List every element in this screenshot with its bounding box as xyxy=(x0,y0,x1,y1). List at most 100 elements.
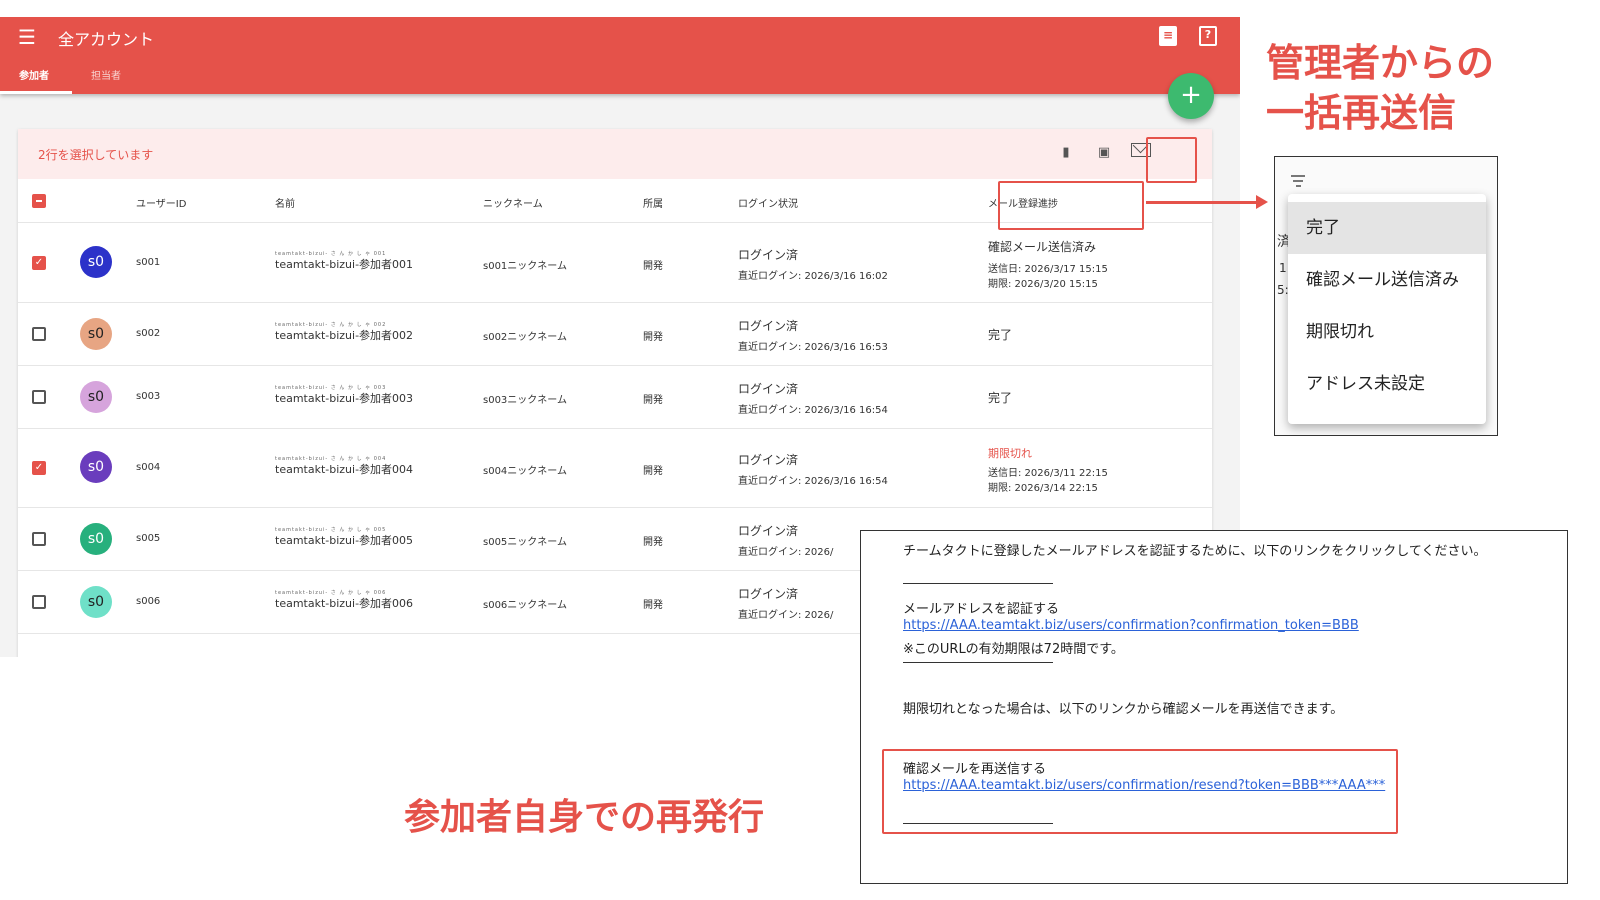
email-verify-label: メールアドレスを認証する xyxy=(903,602,1060,617)
filter-dropdown-panel: 済 1 5: 完了 確認メール送信済み 期限切れ アドレス未設定 xyxy=(1274,156,1498,436)
row-checkbox[interactable] xyxy=(32,327,46,341)
email-expired-note: 期限切れとなった場合は、以下のリンクから確認メールを再送信できます。 xyxy=(903,702,1344,717)
tab-bar: 参加者 担当者 xyxy=(0,61,144,94)
select-all-checkbox[interactable] xyxy=(32,194,46,208)
last-login: 直近ログイン: 2026/3/16 16:54 xyxy=(738,405,888,416)
menu-icon[interactable]: ☰ xyxy=(18,27,36,47)
avatar: s0 xyxy=(80,381,112,413)
mail-expiry-date: 期限: 2026/3/20 15:15 xyxy=(988,279,1098,290)
arrow-right-icon xyxy=(1256,195,1268,209)
department: 開発 xyxy=(643,332,663,343)
last-login: 直近ログイン: 2026/3/16 16:02 xyxy=(738,271,888,282)
mail-status: 完了 xyxy=(988,391,1013,405)
login-status: ログイン済 xyxy=(738,587,799,601)
user-name: teamtakt-bizui-参加者006 xyxy=(275,597,414,610)
column-header-name[interactable]: 名前 xyxy=(275,195,295,210)
clipboard-icon[interactable]: ≡ xyxy=(1159,26,1177,46)
email-verify-link[interactable]: https://AAA.teamtakt.biz/users/confirmat… xyxy=(903,618,1359,633)
column-header-department[interactable]: 所属 xyxy=(643,195,663,210)
login-status: ログイン済 xyxy=(738,453,799,467)
table-row[interactable]: ✓ s0 s001 teamtakt-bizui- さ ん か し ゃ 001 … xyxy=(18,223,1212,303)
help-icon[interactable]: ? xyxy=(1199,26,1217,46)
mail-expiry-date: 期限: 2026/3/14 22:15 xyxy=(988,483,1098,494)
user-id: s006 xyxy=(136,596,161,607)
mail-sent-date: 送信日: 2026/3/11 22:15 xyxy=(988,468,1108,479)
user-name: teamtakt-bizui-参加者003 xyxy=(275,392,414,405)
login-status: ログイン済 xyxy=(738,382,799,396)
mail-sent-date: 送信日: 2026/3/17 15:15 xyxy=(988,264,1108,275)
row-checkbox[interactable]: ✓ xyxy=(32,256,46,270)
nickname: s002ニックネーム xyxy=(483,332,567,343)
mail-status: 完了 xyxy=(988,328,1013,342)
user-id: s004 xyxy=(136,462,161,473)
mail-status-expired: 期限切れ xyxy=(988,447,1032,460)
avatar: s0 xyxy=(80,318,112,350)
login-status: ログイン済 xyxy=(738,248,799,262)
department: 開発 xyxy=(643,395,663,406)
annotation-participant-reissue: 参加者自身での再発行 xyxy=(404,797,765,838)
last-login: 直近ログイン: 2026/ xyxy=(738,610,834,621)
user-name: teamtakt-bizui-参加者002 xyxy=(275,329,414,342)
filter-icon[interactable] xyxy=(1290,175,1306,190)
selection-bar: 2行を選択しています ▮ ▣ xyxy=(18,129,1212,179)
avatar: s0 xyxy=(80,586,112,618)
row-checkbox[interactable] xyxy=(32,532,46,546)
archive-icon[interactable]: ▣ xyxy=(1096,145,1112,160)
email-validity-note: ※このURLの有効期限は72時間です。 xyxy=(903,642,1124,657)
background-fragment: 1 xyxy=(1279,261,1287,275)
stage: ☰ 全アカウント ≡ ? 参加者 担当者 + 2行を選択しています ▮ ▣ ユー… xyxy=(0,0,1600,900)
user-id: s002 xyxy=(136,328,161,339)
annotation-top-line2: 一括再送信 xyxy=(1266,91,1457,135)
annotation-admin-bulk-resend: 管理者からの 一括再送信 xyxy=(1266,38,1494,138)
department: 開発 xyxy=(643,600,663,611)
trash-icon[interactable]: ▮ xyxy=(1058,145,1074,160)
annotation-top-line1: 管理者からの xyxy=(1266,41,1495,85)
login-status: ログイン済 xyxy=(738,319,799,333)
page-title: 全アカウント xyxy=(58,30,155,49)
filter-option-complete[interactable]: 完了 xyxy=(1288,202,1486,254)
highlight-resend-link xyxy=(882,749,1398,834)
table-row[interactable]: s0 s003 teamtakt-bizui- さ ん か し ゃ 003 te… xyxy=(18,366,1212,429)
email-intro: チームタクトに登録したメールアドレスを認証するために、以下のリンクをクリックして… xyxy=(903,544,1487,559)
filter-option-sent[interactable]: 確認メール送信済み xyxy=(1288,254,1486,306)
last-login: 直近ログイン: 2026/ xyxy=(738,547,834,558)
table-row[interactable]: s0 s002 teamtakt-bizui- さ ん か し ゃ 002 te… xyxy=(18,303,1212,366)
department: 開発 xyxy=(643,261,663,272)
column-header-nickname[interactable]: ニックネーム xyxy=(483,195,543,210)
filter-option-expired[interactable]: 期限切れ xyxy=(1288,306,1486,358)
tab-staff[interactable]: 担当者 xyxy=(72,61,144,94)
avatar: s0 xyxy=(80,451,112,483)
last-login: 直近ログイン: 2026/3/16 16:53 xyxy=(738,342,888,353)
row-checkbox[interactable] xyxy=(32,595,46,609)
filter-menu: 完了 確認メール送信済み 期限切れ アドレス未設定 xyxy=(1288,194,1486,424)
background-fragment: 5: xyxy=(1277,283,1289,297)
nickname: s005ニックネーム xyxy=(483,537,567,548)
tab-participants[interactable]: 参加者 xyxy=(0,61,72,94)
table-row[interactable]: ✓ s0 s004 teamtakt-bizui- さ ん か し ゃ 004 … xyxy=(18,429,1212,508)
nickname: s003ニックネーム xyxy=(483,395,567,406)
last-login: 直近ログイン: 2026/3/16 16:54 xyxy=(738,476,888,487)
column-header-login-status[interactable]: ログイン状況 xyxy=(738,195,798,210)
nickname: s004ニックネーム xyxy=(483,466,567,477)
filter-option-no-address[interactable]: アドレス未設定 xyxy=(1288,358,1486,410)
nickname: s006ニックネーム xyxy=(483,600,567,611)
column-header-user-id[interactable]: ユーザーID xyxy=(136,195,186,210)
avatar: s0 xyxy=(80,246,112,278)
row-checkbox[interactable] xyxy=(32,390,46,404)
user-id: s003 xyxy=(136,391,161,402)
department: 開発 xyxy=(643,537,663,548)
nickname: s001ニックネーム xyxy=(483,261,567,272)
email-divider xyxy=(903,662,1053,663)
arrow-line xyxy=(1146,201,1256,204)
mail-status: 確認メール送信済み xyxy=(988,240,1097,254)
add-button[interactable]: + xyxy=(1168,73,1214,119)
user-name: teamtakt-bizui-参加者004 xyxy=(275,463,414,476)
row-checkbox[interactable]: ✓ xyxy=(32,461,46,475)
highlight-mail-progress-column xyxy=(998,181,1144,230)
login-status: ログイン済 xyxy=(738,524,799,538)
email-divider xyxy=(903,583,1053,584)
selection-count-text: 2行を選択しています xyxy=(38,148,154,162)
avatar: s0 xyxy=(80,523,112,555)
app-bar: ☰ 全アカウント ≡ ? 参加者 担当者 xyxy=(0,17,1240,94)
user-id: s005 xyxy=(136,533,161,544)
